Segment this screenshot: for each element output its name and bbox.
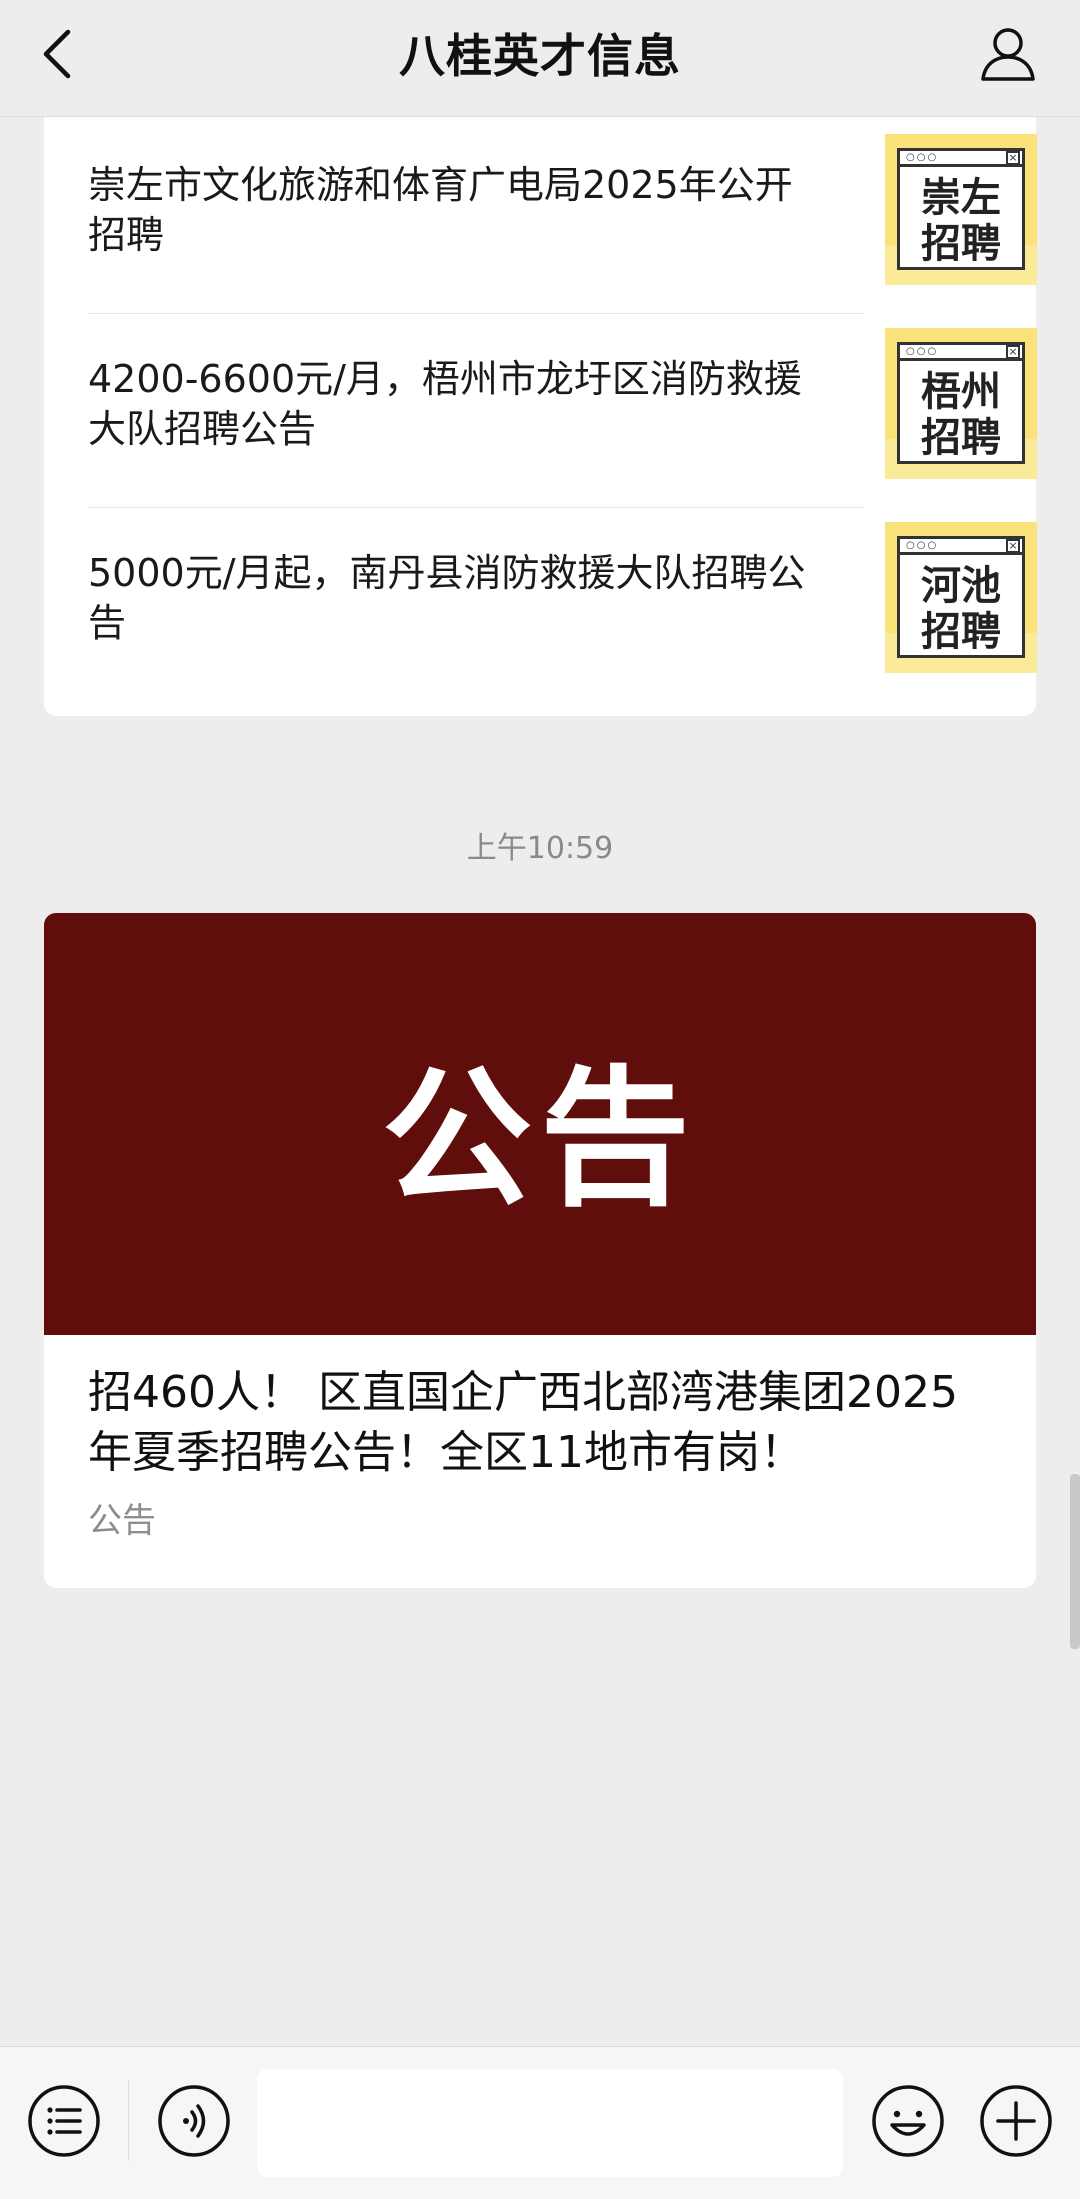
thumb-label-line2: 招聘 xyxy=(921,609,1001,655)
scrollbar-thumb[interactable] xyxy=(1070,1474,1080,1649)
thumb-label-line2: 招聘 xyxy=(921,221,1001,267)
article-item[interactable]: 5000元/月起，南丹县消防救援大队招聘公告 ○○○ × 河池 招聘 xyxy=(88,468,1037,673)
thumb-label-line1: 崇左 xyxy=(921,175,1001,221)
voice-button[interactable] xyxy=(156,2083,232,2159)
article-title: 5000元/月起，南丹县消防救援大队招聘公告 xyxy=(88,551,806,645)
plus-icon xyxy=(980,2085,1052,2157)
menu-button[interactable] xyxy=(26,2083,102,2159)
article-thumbnail: ○○○ × 河池 招聘 xyxy=(885,522,1037,673)
bottom-input-bar xyxy=(0,2046,1080,2199)
user-icon xyxy=(981,28,1035,81)
thumb-label-line1: 河池 xyxy=(921,563,1001,609)
message-timestamp: 上午10:59 xyxy=(466,831,614,866)
emoji-button[interactable] xyxy=(870,2083,946,2159)
top-bar: 八桂英才信息 xyxy=(0,0,1080,117)
voice-icon xyxy=(158,2085,230,2157)
main-article-card[interactable]: 公告 招460人！ 区直国企广西北部湾港集团2025年夏季招聘公告！全区11地市… xyxy=(44,913,1036,1588)
thumb-label-line1: 梧州 xyxy=(921,369,1001,415)
page-title: 八桂英才信息 xyxy=(399,29,681,83)
plus-button[interactable] xyxy=(978,2083,1054,2159)
article-thumbnail: ○○○ × 梧州 招聘 xyxy=(885,328,1037,479)
article-title: 4200-6600元/月，梧州市龙圩区消防救援大队招聘公告 xyxy=(88,357,802,451)
separator xyxy=(128,2081,129,2161)
list-menu-icon xyxy=(28,2085,100,2157)
main-article-tag: 公告 xyxy=(88,1501,156,1541)
main-article-title: 招460人！ 区直国企广西北部湾港集团2025年夏季招聘公告！全区11地市有岗！ xyxy=(88,1367,958,1478)
article-thumbnail: ○○○ × 崇左 招聘 xyxy=(885,134,1037,285)
thumb-label-line2: 招聘 xyxy=(921,415,1001,461)
article-list-card: 崇左市文化旅游和体育广电局2025年公开招聘 ○○○ × 崇左 招聘 4200-6… xyxy=(44,80,1037,716)
emoji-icon xyxy=(872,2085,944,2157)
profile-button[interactable] xyxy=(976,22,1040,86)
cover-text: 公告 xyxy=(381,1051,698,1227)
article-title: 崇左市文化旅游和体育广电局2025年公开招聘 xyxy=(88,163,793,257)
cover-image: 公告 xyxy=(44,913,1036,1335)
message-input[interactable] xyxy=(257,2069,843,2177)
article-item[interactable]: 4200-6600元/月，梧州市龙圩区消防救援大队招聘公告 ○○○ × 梧州 招聘 xyxy=(88,274,1037,508)
